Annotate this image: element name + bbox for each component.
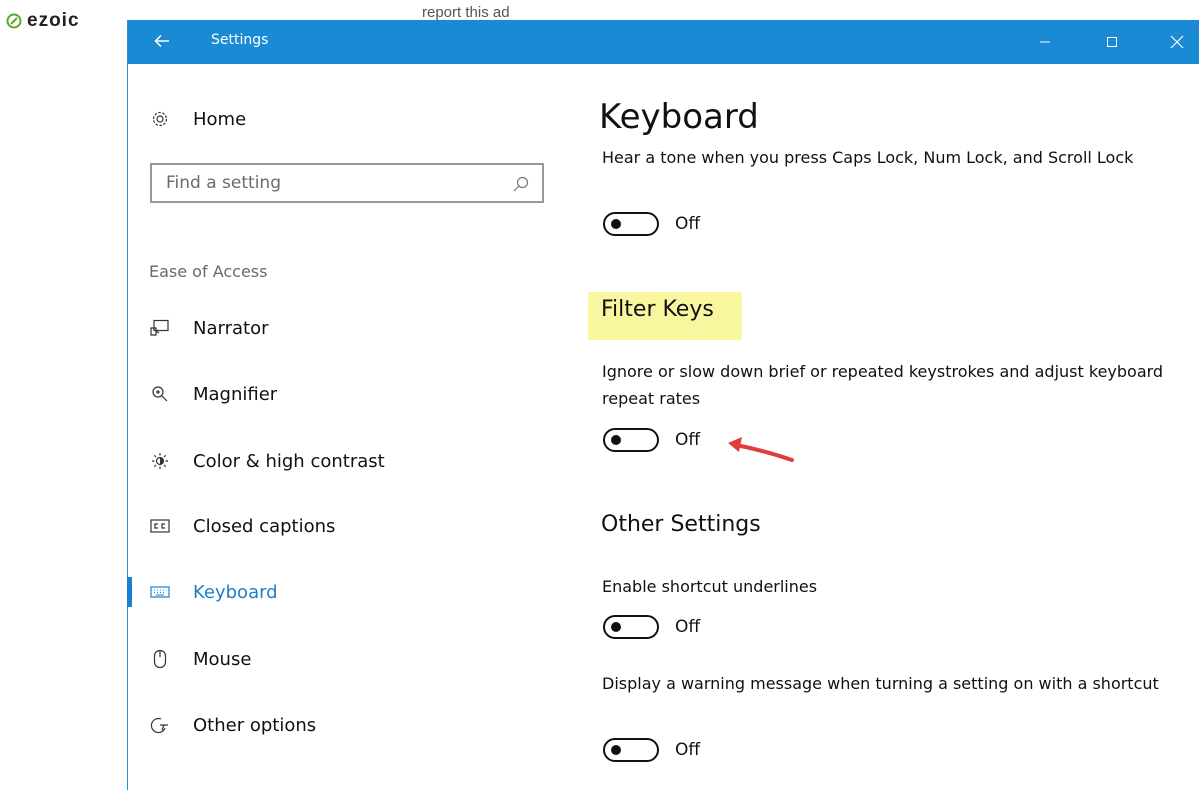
minimize-icon	[1040, 41, 1050, 43]
toggle-knob	[611, 745, 621, 755]
sidebar-item-mouse[interactable]: Mouse	[150, 644, 251, 674]
sidebar-item-label: Other options	[193, 714, 317, 736]
warning-message-label: Display a warning message when turning a…	[602, 674, 1159, 693]
sidebar-item-label: Narrator	[193, 317, 269, 339]
toggle-state-label: Off	[675, 740, 701, 760]
other-options-icon	[150, 715, 170, 735]
page-title: Keyboard	[599, 97, 759, 137]
toggle-state-label: Off	[675, 430, 701, 450]
sidebar-item-magnifier[interactable]: Magnifier	[150, 379, 277, 409]
annotation-arrow-icon	[728, 437, 794, 462]
toggle-knob	[611, 435, 621, 445]
filter-keys-heading: Filter Keys	[601, 297, 714, 322]
search-box[interactable]	[150, 163, 544, 203]
gear-icon	[150, 109, 170, 129]
sidebar-item-label: Mouse	[193, 648, 252, 670]
toggle-state-label: Off	[675, 214, 701, 234]
brightness-icon	[150, 451, 170, 471]
ezoic-logo[interactable]: ezoic	[6, 8, 80, 34]
shortcut-underlines-switch[interactable]	[603, 615, 659, 639]
filter-keys-toggle-row[interactable]: Off	[603, 425, 700, 455]
warning-message-toggle-row[interactable]: Off	[603, 735, 700, 765]
toggle-state-label: Off	[675, 617, 701, 637]
filter-keys-switch[interactable]	[603, 428, 659, 452]
shortcut-underlines-label: Enable shortcut underlines	[602, 577, 818, 596]
keyboard-icon	[150, 582, 170, 602]
active-nav-indicator	[127, 577, 132, 607]
search-input[interactable]	[166, 173, 496, 193]
sidebar-item-label: Magnifier	[193, 383, 278, 405]
toggle-keys-description: Hear a tone when you press Caps Lock, Nu…	[602, 148, 1134, 167]
other-settings-heading: Other Settings	[601, 512, 761, 537]
report-ad-link[interactable]: report this ad	[422, 4, 510, 21]
search-icon[interactable]	[512, 175, 530, 193]
sidebar-item-label: Color & high contrast	[193, 450, 385, 472]
warning-message-switch[interactable]	[603, 738, 659, 762]
back-arrow-icon	[154, 34, 169, 48]
sidebar-section-label: Ease of Access	[149, 262, 268, 281]
sidebar-item-keyboard[interactable]: Keyboard	[150, 577, 278, 607]
close-icon	[1170, 35, 1184, 49]
sidebar-item-narrator[interactable]: Narrator	[150, 313, 268, 343]
sidebar-item-color-high-contrast[interactable]: Color & high contrast	[150, 446, 385, 476]
title-bar: Settings	[127, 20, 1199, 64]
sidebar-item-home[interactable]: Home	[150, 105, 246, 133]
maximize-button[interactable]	[1102, 32, 1122, 52]
window-left-border	[127, 20, 128, 790]
toggle-knob	[611, 219, 621, 229]
sidebar-item-label: Home	[193, 108, 247, 130]
shortcut-underlines-toggle-row[interactable]: Off	[603, 612, 700, 642]
mouse-icon	[150, 649, 170, 669]
ezoic-brand-text: ezoic	[27, 10, 80, 31]
filter-keys-description: Ignore or slow down brief or repeated ke…	[602, 362, 1164, 408]
window-title: Settings	[211, 32, 269, 48]
minimize-button[interactable]	[1035, 32, 1055, 52]
magnifier-icon	[150, 384, 170, 404]
toggle-knob	[611, 622, 621, 632]
ezoic-leaf-icon	[6, 13, 22, 29]
toggle-keys-switch[interactable]	[603, 212, 659, 236]
maximize-icon	[1107, 37, 1117, 47]
sidebar-item-closed-captions[interactable]: Closed captions	[150, 511, 335, 541]
toggle-keys-toggle-row[interactable]: Off	[603, 209, 700, 239]
back-button[interactable]	[151, 30, 173, 52]
sidebar-item-label: Keyboard	[193, 581, 278, 603]
sidebar-item-other-options[interactable]: Other options	[150, 710, 316, 740]
cc-icon	[150, 516, 170, 536]
narrator-icon	[150, 318, 170, 338]
sidebar-item-label: Closed captions	[193, 515, 336, 537]
close-button[interactable]	[1167, 32, 1187, 52]
